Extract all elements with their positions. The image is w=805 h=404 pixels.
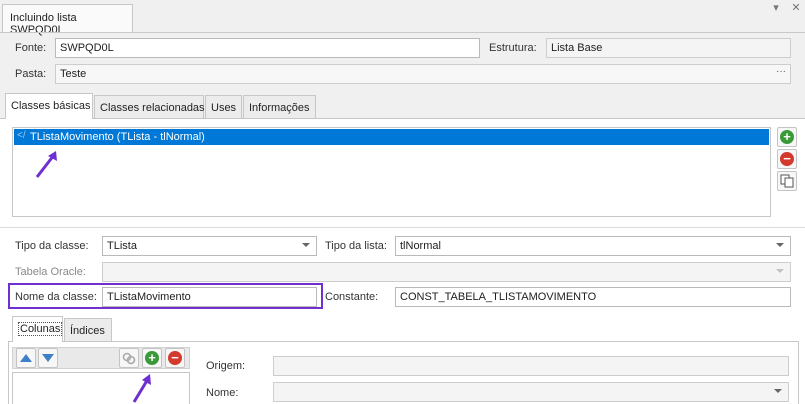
dropdown-icon[interactable]: ▾ <box>767 0 785 18</box>
tipo-classe-label: Tipo da classe: <box>15 240 89 252</box>
tab-classes-basicas-label: Classes básicas <box>11 100 91 112</box>
link-column-button[interactable] <box>119 348 139 368</box>
tab-indices-label: Índices <box>70 325 105 337</box>
list-item-label: TListaMovimento (TLista - tlNormal) <box>30 131 205 143</box>
header-divider <box>0 32 805 33</box>
tab-uses[interactable]: Uses <box>205 95 242 119</box>
chevron-down-icon <box>302 243 310 247</box>
pasta-label: Pasta: <box>15 68 47 80</box>
class-code-icon: </ <box>17 130 26 141</box>
tab-classes-basicas[interactable]: Classes básicas <box>5 93 93 119</box>
tabela-oracle-select <box>102 262 791 282</box>
tipo-lista-value: tlNormal <box>400 240 441 252</box>
chevron-down-icon <box>774 389 782 393</box>
add-column-button[interactable]: + <box>142 348 162 368</box>
origem-field <box>273 356 789 376</box>
link-icon <box>122 352 136 365</box>
nome-select <box>273 382 789 402</box>
constante-label: Constante: <box>325 291 379 303</box>
pasta-field[interactable]: Teste <box>55 64 791 84</box>
list-item[interactable]: </ TListaMovimento (TLista - tlNormal) <box>14 129 769 145</box>
tab-colunas-label: Colunas <box>18 322 63 336</box>
document-tab[interactable]: Incluindo lista SWPQD0L <box>2 4 133 36</box>
chevron-down-icon <box>776 269 784 273</box>
nome-classe-label: Nome da classe: <box>15 291 97 303</box>
tipo-classe-value: TLista <box>107 240 137 252</box>
minus-icon: − <box>780 152 794 166</box>
plus-icon: + <box>145 351 159 365</box>
chevron-down-icon <box>776 243 784 247</box>
annotation-arrow-icon <box>132 374 151 403</box>
tipo-lista-label: Tipo da lista: <box>325 240 387 252</box>
copy-class-button[interactable] <box>777 171 797 191</box>
remove-class-button[interactable]: − <box>777 149 797 169</box>
copy-icon <box>780 174 794 188</box>
fonte-label: Fonte: <box>15 42 47 54</box>
tabela-oracle-label: Tabela Oracle: <box>15 266 86 278</box>
origem-label: Origem: <box>206 360 246 372</box>
remove-column-button[interactable]: − <box>165 348 185 368</box>
constante-field[interactable]: CONST_TABELA_TLISTAMOVIMENTO <box>395 287 791 307</box>
tab-classes-relacionadas-label: Classes relacionadas <box>100 102 205 114</box>
minus-icon: − <box>168 351 182 365</box>
arrow-down-icon <box>42 354 54 362</box>
nome-label: Nome: <box>206 387 239 399</box>
plus-icon: + <box>780 130 794 144</box>
fonte-field[interactable]: SWPQD0L <box>55 38 480 58</box>
move-up-button[interactable] <box>16 348 36 368</box>
section-divider <box>0 227 805 228</box>
colunas-list[interactable] <box>12 372 190 404</box>
classes-list[interactable]: </ TListaMovimento (TLista - tlNormal) <box>12 127 771 217</box>
nome-classe-field[interactable]: TListaMovimento <box>102 287 317 307</box>
annotation-arrow-icon <box>35 151 57 178</box>
tab-uses-label: Uses <box>211 102 237 114</box>
tab-classes-relacionadas[interactable]: Classes relacionadas <box>94 95 205 119</box>
estrutura-field: Lista Base <box>546 38 791 58</box>
estrutura-label: Estrutura: <box>489 42 537 54</box>
close-icon[interactable]: ✕ <box>787 0 805 18</box>
add-class-button[interactable]: + <box>777 127 797 147</box>
move-down-button[interactable] <box>38 348 58 368</box>
tab-colunas[interactable]: Colunas <box>12 316 63 342</box>
tab-informacoes-label: Informações <box>249 102 310 114</box>
tab-informacoes[interactable]: Informações <box>243 95 316 119</box>
pasta-browse-button[interactable]: ··· <box>776 66 786 77</box>
tipo-classe-select[interactable]: TLista <box>102 236 317 256</box>
arrow-up-icon <box>20 354 32 362</box>
tipo-lista-select[interactable]: tlNormal <box>395 236 791 256</box>
tab-indices[interactable]: Índices <box>64 318 112 342</box>
